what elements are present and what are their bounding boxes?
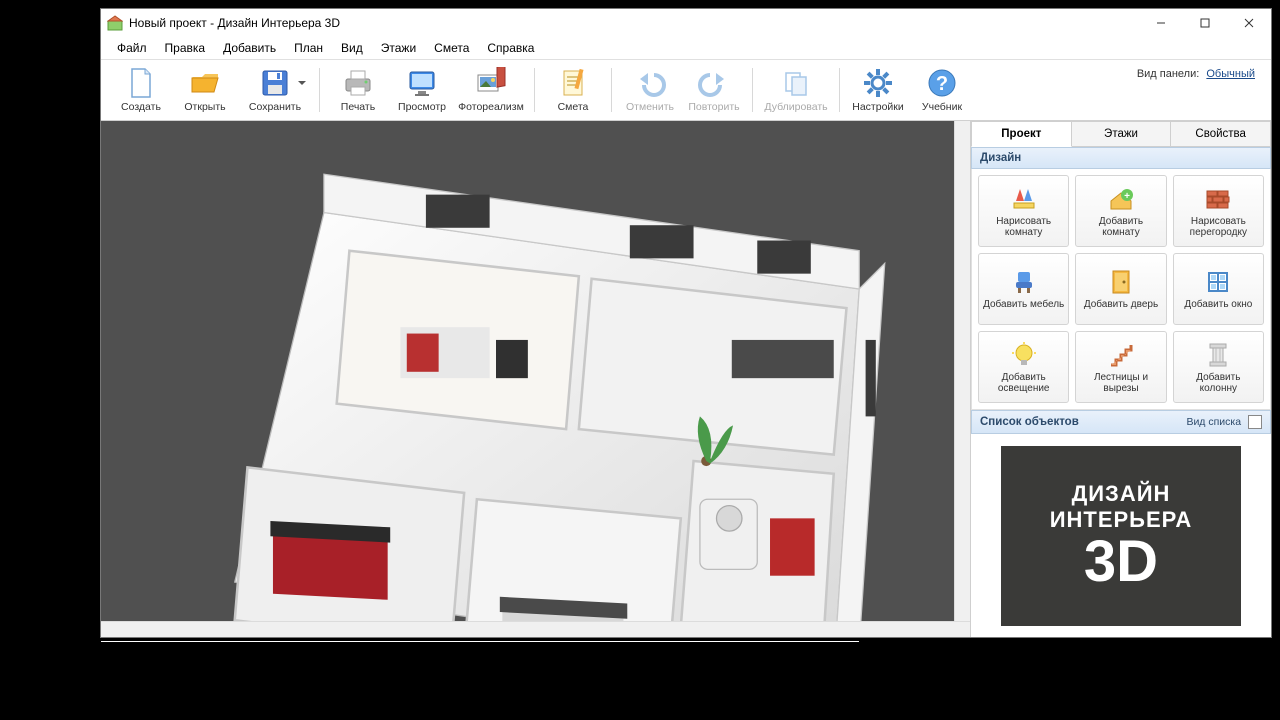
floorplan-render [171,136,936,637]
app-icon [107,15,123,31]
settings-button[interactable]: Настройки [848,64,908,116]
stairs-icon [1107,341,1135,369]
lightbulb-icon [1010,341,1038,369]
menu-help[interactable]: Справка [479,39,542,57]
photorealism-icon [475,67,507,99]
menu-add[interactable]: Добавить [215,39,284,57]
add-room-button[interactable]: + Добавить комнату [1075,175,1166,247]
add-light-button[interactable]: Добавить освещение [978,331,1069,403]
preview-button[interactable]: Просмотр [392,64,452,116]
pencil-ruler-icon [1010,185,1038,213]
redo-icon [698,67,730,99]
objects-section-header: Список объектов Вид списка [971,410,1271,434]
vertical-scrollbar[interactable] [954,121,970,621]
design-section-header: Дизайн [971,147,1271,169]
open-button[interactable]: Открыть [175,64,235,116]
close-button[interactable] [1227,9,1271,37]
titlebar: Новый проект - Дизайн Интерьера 3D [101,9,1271,37]
window-icon [1204,268,1232,296]
undo-icon [634,67,666,99]
svg-text:?: ? [936,73,948,95]
stairs-button[interactable]: Лестницы и вырезы [1075,331,1166,403]
folder-open-icon [189,67,221,99]
side-tabs: Проект Этажи Свойства [971,121,1271,147]
menu-estimate[interactable]: Смета [426,39,477,57]
print-button[interactable]: Печать [328,64,388,116]
column-icon [1204,341,1232,369]
svg-text:+: + [1124,191,1130,202]
menu-file[interactable]: Файл [109,39,155,57]
app-window: Новый проект - Дизайн Интерьера 3D Файл … [100,8,1272,638]
add-furniture-button[interactable]: Добавить мебель [978,253,1069,325]
duplicate-icon [780,67,812,99]
new-file-icon [125,67,157,99]
workspace: Проект Этажи Свойства Дизайн Нарисовать … [101,121,1271,637]
viewport-3d[interactable] [101,121,971,637]
maximize-button[interactable] [1183,9,1227,37]
add-room-icon: + [1107,185,1135,213]
monitor-icon [406,67,438,99]
tutorial-button[interactable]: ? Учебник [912,64,972,116]
side-panel: Проект Этажи Свойства Дизайн Нарисовать … [971,121,1271,637]
menu-plan[interactable]: План [286,39,331,57]
brick-wall-icon [1204,185,1232,213]
object-list: ДИЗАЙН ИНТЕРЬЕРА 3D [971,434,1271,637]
menu-edit[interactable]: Правка [157,39,214,57]
gear-icon [862,67,894,99]
toolbar: Создать Открыть Сохранить Печать Просмот… [101,59,1271,121]
product-logo: ДИЗАЙН ИНТЕРЬЕРА 3D [1001,446,1241,626]
printer-icon [342,67,374,99]
list-view-icon[interactable] [1248,415,1262,429]
panel-type-link[interactable]: Обычный [1206,68,1255,80]
help-icon: ? [926,67,958,99]
panel-type-selector: Вид панели: Обычный [1137,64,1265,80]
add-window-button[interactable]: Добавить окно [1173,253,1264,325]
tab-project[interactable]: Проект [971,121,1072,147]
estimate-button[interactable]: Смета [543,64,603,116]
save-button[interactable]: Сохранить [239,64,311,116]
redo-button[interactable]: Повторить [684,64,744,116]
door-icon [1107,268,1135,296]
menubar: Файл Правка Добавить План Вид Этажи Смет… [101,37,1271,59]
window-title: Новый проект - Дизайн Интерьера 3D [129,16,340,30]
minimize-button[interactable] [1139,9,1183,37]
tab-floors[interactable]: Этажи [1072,121,1172,147]
duplicate-button[interactable]: Дублировать [761,64,831,116]
tab-properties[interactable]: Свойства [1171,121,1271,147]
add-door-button[interactable]: Добавить дверь [1075,253,1166,325]
undo-button[interactable]: Отменить [620,64,680,116]
chair-icon [1010,268,1038,296]
save-icon [259,67,291,99]
draw-wall-button[interactable]: Нарисовать перегородку [1173,175,1264,247]
menu-view[interactable]: Вид [333,39,371,57]
draw-room-button[interactable]: Нарисовать комнату [978,175,1069,247]
menu-floors[interactable]: Этажи [373,39,424,57]
add-column-button[interactable]: Добавить колонну [1173,331,1264,403]
horizontal-scrollbar[interactable] [101,621,970,637]
notepad-icon [557,67,589,99]
chevron-down-icon[interactable] [298,79,306,87]
create-button[interactable]: Создать [111,64,171,116]
photoreal-button[interactable]: Фотореализм [456,64,526,116]
